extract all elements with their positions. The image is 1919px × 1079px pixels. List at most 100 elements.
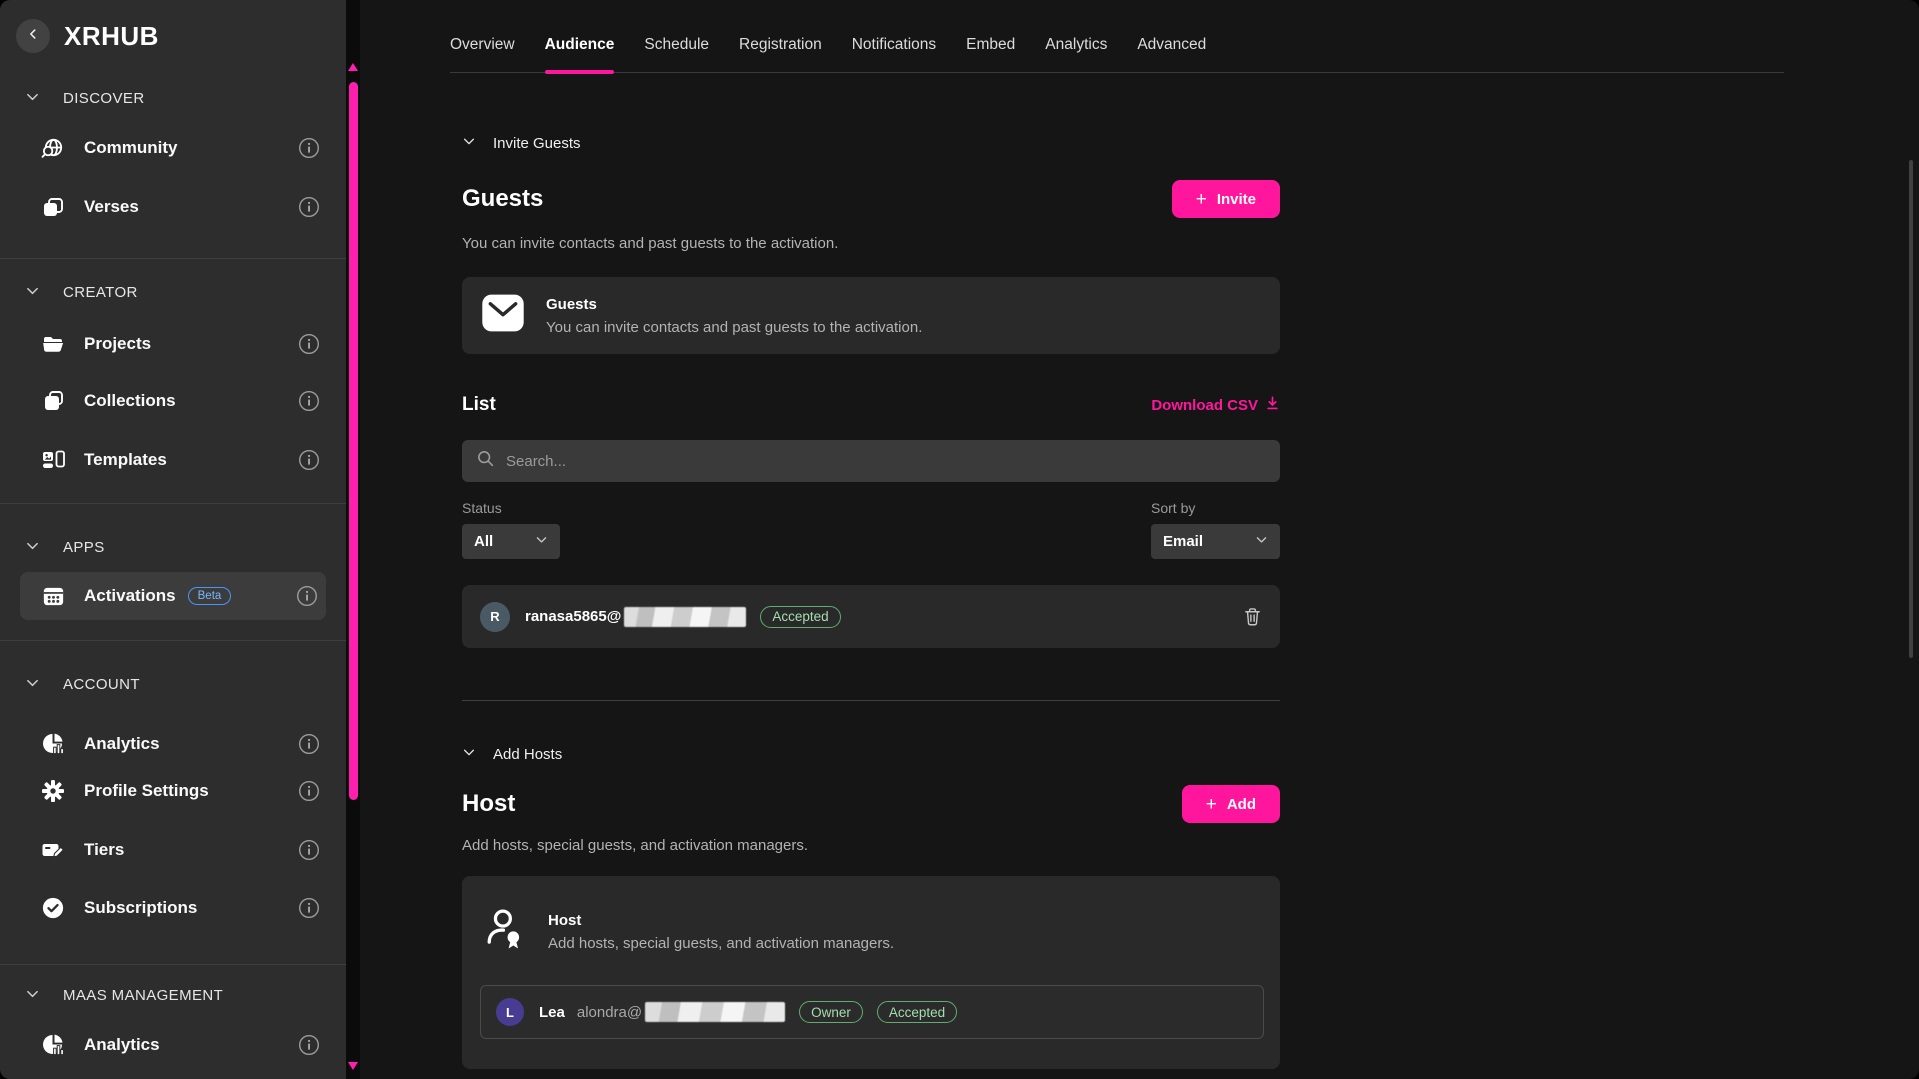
sort-filter: Sort by Email	[1151, 500, 1280, 559]
info-icon[interactable]	[298, 449, 320, 471]
gear-icon	[38, 778, 68, 804]
sidebar-item-projects[interactable]: Projects	[0, 322, 346, 366]
chevron-down-icon	[25, 89, 40, 108]
card-edit-icon	[38, 837, 68, 863]
sidebar-item-subscriptions[interactable]: Subscriptions	[0, 886, 346, 930]
info-icon[interactable]	[298, 333, 320, 355]
redacted-email-domain	[624, 607, 746, 627]
info-icon[interactable]	[298, 733, 320, 755]
chevron-left-icon	[26, 27, 40, 46]
search-icon	[476, 449, 495, 473]
chevron-down-icon	[25, 675, 40, 694]
sort-dropdown[interactable]: Email	[1151, 524, 1280, 559]
sidebar: XRHUB DISCOVER Community Verse	[0, 0, 360, 1079]
avatar: R	[480, 602, 510, 632]
calendar-icon	[38, 583, 68, 610]
folder-icon	[38, 331, 68, 357]
sidebar-header: XRHUB	[0, 0, 346, 56]
app-window: XRHUB DISCOVER Community Verse	[0, 0, 1919, 1079]
status-dropdown[interactable]: All	[462, 524, 560, 559]
tab-bar: Overview Audience Schedule Registration …	[450, 36, 1784, 73]
chevron-down-icon	[462, 745, 476, 763]
tab-schedule[interactable]: Schedule	[644, 36, 709, 54]
download-csv-link[interactable]: Download CSV	[1151, 395, 1280, 415]
pie-chart-icon	[38, 1032, 68, 1058]
status-badge: Accepted	[760, 606, 840, 628]
tab-overview[interactable]: Overview	[450, 36, 515, 54]
role-badge: Owner	[799, 1001, 863, 1023]
collapse-sidebar-button[interactable]	[16, 19, 50, 53]
info-icon[interactable]	[298, 839, 320, 861]
tab-notifications[interactable]: Notifications	[852, 36, 936, 54]
avatar: L	[496, 998, 524, 1026]
sidebar-item-collections[interactable]: Collections	[0, 379, 346, 423]
section-header-creator[interactable]: CREATOR	[0, 280, 346, 304]
verses-icon	[38, 194, 68, 220]
host-description: Add hosts, special guests, and activatio…	[462, 837, 1280, 854]
card-description: You can invite contacts and past guests …	[546, 319, 922, 336]
tab-analytics[interactable]: Analytics	[1045, 36, 1107, 54]
sidebar-item-maas-analytics[interactable]: Analytics	[0, 1023, 346, 1067]
section-header-maas-management[interactable]: MAAS MANAGEMENT	[0, 983, 346, 1007]
divider	[0, 503, 346, 504]
section-header-discover[interactable]: DISCOVER	[0, 86, 346, 110]
pie-chart-icon	[38, 731, 68, 757]
info-icon[interactable]	[296, 585, 318, 607]
tab-audience[interactable]: Audience	[545, 36, 615, 54]
download-icon	[1265, 395, 1280, 415]
scroll-up-arrow[interactable]	[347, 63, 359, 75]
envelope-icon	[480, 291, 526, 340]
sidebar-item-activations[interactable]: Activations Beta	[20, 572, 326, 620]
invite-button[interactable]: + Invite	[1172, 180, 1280, 218]
add-button[interactable]: + Add	[1182, 785, 1280, 823]
section-header-account[interactable]: ACCOUNT	[0, 672, 346, 696]
info-icon[interactable]	[298, 137, 320, 159]
status-filter: Status All	[462, 500, 560, 559]
search-input[interactable]	[506, 453, 1266, 470]
tab-embed[interactable]: Embed	[966, 36, 1015, 54]
sidebar-scrollbar-track[interactable]	[346, 0, 360, 1079]
search-bar	[462, 440, 1280, 482]
sidebar-item-community[interactable]: Community	[0, 126, 346, 170]
scroll-down-arrow[interactable]	[347, 1062, 359, 1074]
info-icon[interactable]	[298, 1034, 320, 1056]
card-title: Host	[548, 912, 894, 929]
chevron-down-icon	[1255, 533, 1268, 550]
page-scrollbar-thumb[interactable]	[1909, 160, 1913, 658]
info-icon[interactable]	[298, 196, 320, 218]
sidebar-scrollbar-thumb[interactable]	[349, 82, 358, 800]
tab-registration[interactable]: Registration	[739, 36, 822, 54]
add-hosts-toggle[interactable]: Add Hosts	[462, 745, 1280, 763]
tab-advanced[interactable]: Advanced	[1137, 36, 1206, 54]
guest-row: R ranasa5865@ Accepted	[462, 585, 1280, 648]
beta-badge: Beta	[188, 587, 232, 605]
status-badge: Accepted	[877, 1001, 957, 1023]
trash-icon[interactable]	[1243, 606, 1262, 627]
templates-icon	[38, 447, 68, 473]
sidebar-item-profile-settings[interactable]: Profile Settings	[0, 769, 346, 813]
host-title: Host	[462, 790, 515, 818]
guest-email: ranasa5865@	[525, 608, 621, 625]
section-header-apps[interactable]: APPS	[0, 535, 346, 559]
sidebar-item-verses[interactable]: Verses	[0, 185, 346, 229]
divider	[0, 964, 346, 965]
sidebar-item-templates[interactable]: Templates	[0, 438, 346, 482]
info-icon[interactable]	[298, 780, 320, 802]
card-description: Add hosts, special guests, and activatio…	[548, 935, 894, 952]
sidebar-item-tiers[interactable]: Tiers	[0, 828, 346, 872]
host-email: alondra@	[577, 1004, 642, 1021]
info-icon[interactable]	[298, 897, 320, 919]
guests-title: Guests	[462, 185, 543, 213]
community-icon	[38, 135, 68, 162]
chevron-down-icon	[462, 134, 476, 152]
host-row: L Lea alondra@ Owner Accepted	[480, 985, 1264, 1039]
check-circle-icon	[38, 895, 68, 921]
chevron-down-icon	[535, 533, 548, 550]
invite-guests-toggle[interactable]: Invite Guests	[462, 134, 1280, 152]
redacted-email-domain	[645, 1002, 785, 1022]
sidebar-item-analytics[interactable]: Analytics	[0, 722, 346, 766]
host-card: Host Add hosts, special guests, and acti…	[462, 876, 1280, 1069]
info-icon[interactable]	[298, 390, 320, 412]
divider	[0, 640, 346, 641]
host-badge-icon	[480, 906, 528, 957]
